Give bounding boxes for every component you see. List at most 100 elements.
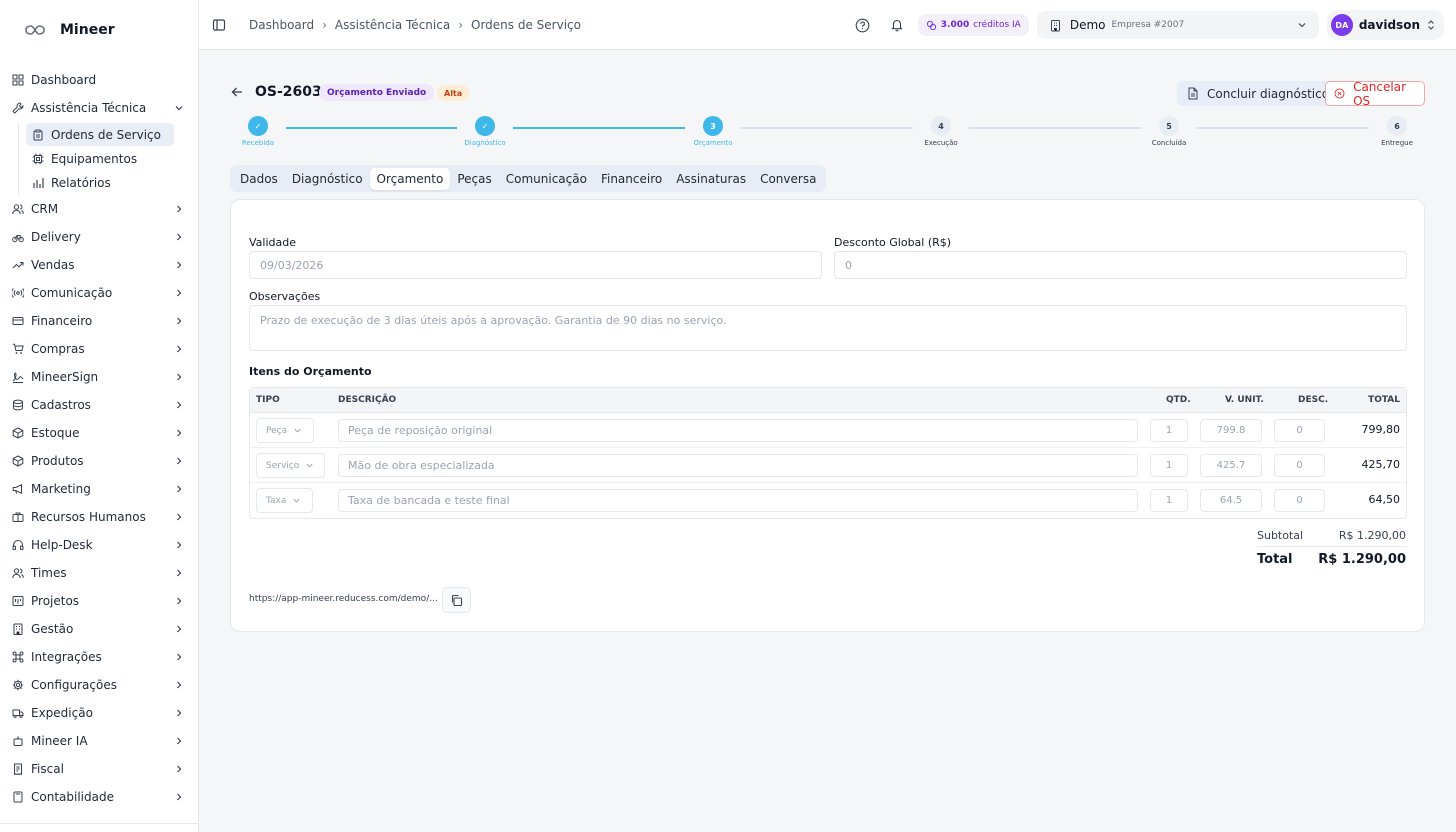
chevron-right-icon <box>177 233 182 241</box>
share-link[interactable]: https://app-mineer.reducess.com/demo/... <box>249 594 438 604</box>
validade-field[interactable]: 09/03/2026 <box>249 251 822 279</box>
sidebar-item-comunicacao[interactable]: Comunicação <box>0 279 198 307</box>
cancel-os-button[interactable]: Cancelar OS <box>1325 79 1425 108</box>
qty-input[interactable]: 1 <box>1150 489 1188 512</box>
sidebar-item-integracoes[interactable]: Integrações <box>0 643 198 671</box>
avatar: DA <box>1330 14 1353 36</box>
sidebar-item-gestao[interactable]: Gestão <box>0 615 198 643</box>
chevron-down-icon <box>293 498 300 503</box>
command-icon <box>12 651 24 663</box>
sidebar-item-estoque[interactable]: Estoque <box>0 419 198 447</box>
chevron-right-icon <box>177 261 182 269</box>
tab-comunicacao[interactable]: Comunicação <box>499 168 594 190</box>
type-select[interactable]: Taxa <box>256 488 313 513</box>
sidebar-item-financeiro[interactable]: Financeiro <box>0 307 198 335</box>
clipboard-icon <box>33 129 43 140</box>
chevron-right-icon <box>177 373 182 381</box>
chevron-right-icon <box>177 597 182 605</box>
type-select[interactable]: Serviço <box>256 453 325 478</box>
sidebar: Mineer Dashboard Assistência Técnica Ord… <box>0 0 199 832</box>
truck-icon <box>12 707 24 719</box>
sidebar-item-expedicao[interactable]: Expedição <box>0 699 198 727</box>
sidebar-item-recursos-humanos[interactable]: Recursos Humanos <box>0 503 198 531</box>
desconto-field[interactable]: 0 <box>834 251 1407 279</box>
unit-price-input[interactable]: 799.8 <box>1200 419 1262 442</box>
sidebar-item-label: Help-Desk <box>31 538 93 552</box>
description-input[interactable]: Mão de obra especializada <box>338 454 1138 477</box>
sidebar-item-help-desk[interactable]: Help-Desk <box>0 531 198 559</box>
status-badge: Orçamento Enviado <box>319 84 435 101</box>
discount-input[interactable]: 0 <box>1274 454 1325 477</box>
sidebar-item-relatorios[interactable]: Relatórios <box>26 171 174 194</box>
brand[interactable]: Mineer <box>0 0 198 60</box>
tab-financeiro[interactable]: Financeiro <box>594 168 669 190</box>
sidebar-item-dashboard[interactable]: Dashboard <box>0 66 198 94</box>
sidebar-toggle-icon[interactable] <box>212 18 226 32</box>
user-menu[interactable]: DA davidson <box>1326 10 1444 40</box>
sidebar-item-cadastros[interactable]: Cadastros <box>0 391 198 419</box>
sidebar-item-produtos[interactable]: Produtos <box>0 447 198 475</box>
tab-orcamento[interactable]: Orçamento <box>369 167 451 190</box>
sidebar-item-contabilidade[interactable]: Contabilidade <box>0 783 198 811</box>
tab-diagnostico[interactable]: Diagnóstico <box>285 168 370 190</box>
radio-icon <box>12 287 24 299</box>
tab-dados[interactable]: Dados <box>233 168 285 190</box>
stepper-connector <box>969 127 1141 129</box>
breadcrumb-assistencia[interactable]: Assistência Técnica <box>335 18 450 32</box>
notifications-button[interactable] <box>884 12 910 38</box>
ai-credits-badge[interactable]: 3.000 créditos IA <box>917 14 1029 36</box>
sidebar-item-mineer-ia[interactable]: Mineer IA <box>0 727 198 755</box>
chevron-right-icon <box>177 205 182 213</box>
tab-assinaturas[interactable]: Assinaturas <box>669 168 753 190</box>
sidebar-item-mineersign[interactable]: MineerSign <box>0 363 198 391</box>
step-label: Execução <box>924 139 958 147</box>
col-vunit: V. UNIT. <box>1225 395 1264 405</box>
row-total: 799,80 <box>1361 423 1401 436</box>
discount-input[interactable]: 0 <box>1274 489 1325 512</box>
sidebar-item-equipamentos[interactable]: Equipamentos <box>26 147 174 170</box>
type-value: Peça <box>266 425 288 436</box>
sidebar-item-compras[interactable]: Compras <box>0 335 198 363</box>
help-button[interactable] <box>850 12 876 38</box>
copy-link-button[interactable] <box>442 587 471 613</box>
sidebar-submenu: Ordens de Serviço Equipamentos Relatório… <box>18 123 198 194</box>
x-circle-icon <box>1334 88 1345 99</box>
qty-input[interactable]: 1 <box>1150 454 1188 477</box>
unit-price-input[interactable]: 425.7 <box>1200 454 1262 477</box>
cancel-os-label: Cancelar OS <box>1353 79 1407 108</box>
sidebar-item-assistencia-tecnica[interactable]: Assistência Técnica <box>0 94 198 122</box>
company-selector[interactable]: Demo Empresa #2007 <box>1036 11 1319 39</box>
sidebar-item-marketing[interactable]: Marketing <box>0 475 198 503</box>
sidebar-item-fiscal[interactable]: Fiscal <box>0 755 198 783</box>
megaphone-icon <box>12 483 24 495</box>
sidebar-item-times[interactable]: Times <box>0 559 198 587</box>
discount-input[interactable]: 0 <box>1274 419 1325 442</box>
arrow-left-icon[interactable] <box>230 85 244 99</box>
sidebar-item-ordens-de-servico[interactable]: Ordens de Serviço <box>26 123 174 146</box>
tab-conversa[interactable]: Conversa <box>753 168 823 190</box>
qty-input[interactable]: 1 <box>1150 419 1188 442</box>
chevron-right-icon <box>177 625 182 633</box>
observacoes-textarea[interactable]: Prazo de execução de 3 dias úteis após a… <box>249 305 1407 351</box>
step-number: ✓ <box>475 116 495 136</box>
sidebar-item-configuracoes[interactable]: Configurações <box>0 671 198 699</box>
description-input[interactable]: Peça de reposição original <box>338 419 1138 442</box>
status-stepper: ✓ Recebida ✓ Diagnóstico 3 Orçamento 4 Execução… <box>230 116 1425 152</box>
tab-pecas[interactable]: Peças <box>450 168 498 190</box>
description-input[interactable]: Taxa de bancada e teste final <box>338 489 1138 512</box>
step-execucao: 4 Execução <box>913 116 969 147</box>
step-label: Entregue <box>1381 139 1413 147</box>
breadcrumb-dashboard[interactable]: Dashboard <box>249 18 314 32</box>
sidebar-item-projetos[interactable]: Projetos <box>0 587 198 615</box>
chevron-right-icon <box>177 541 182 549</box>
unit-price-input[interactable]: 64.5 <box>1200 489 1262 512</box>
breadcrumb-ordens[interactable]: Ordens de Serviço <box>471 18 581 32</box>
sidebar-item-crm[interactable]: CRM <box>0 195 198 223</box>
type-select[interactable]: Peça <box>256 418 314 443</box>
sidebar-item-vendas[interactable]: Vendas <box>0 251 198 279</box>
step-label: Concluída <box>1151 139 1187 147</box>
chevron-down-icon <box>175 106 183 111</box>
conclude-diagnosis-button[interactable]: Concluir diagnóstico <box>1177 81 1340 106</box>
sidebar-item-delivery[interactable]: Delivery <box>0 223 198 251</box>
sidebar-item-label: Gestão <box>31 622 74 636</box>
